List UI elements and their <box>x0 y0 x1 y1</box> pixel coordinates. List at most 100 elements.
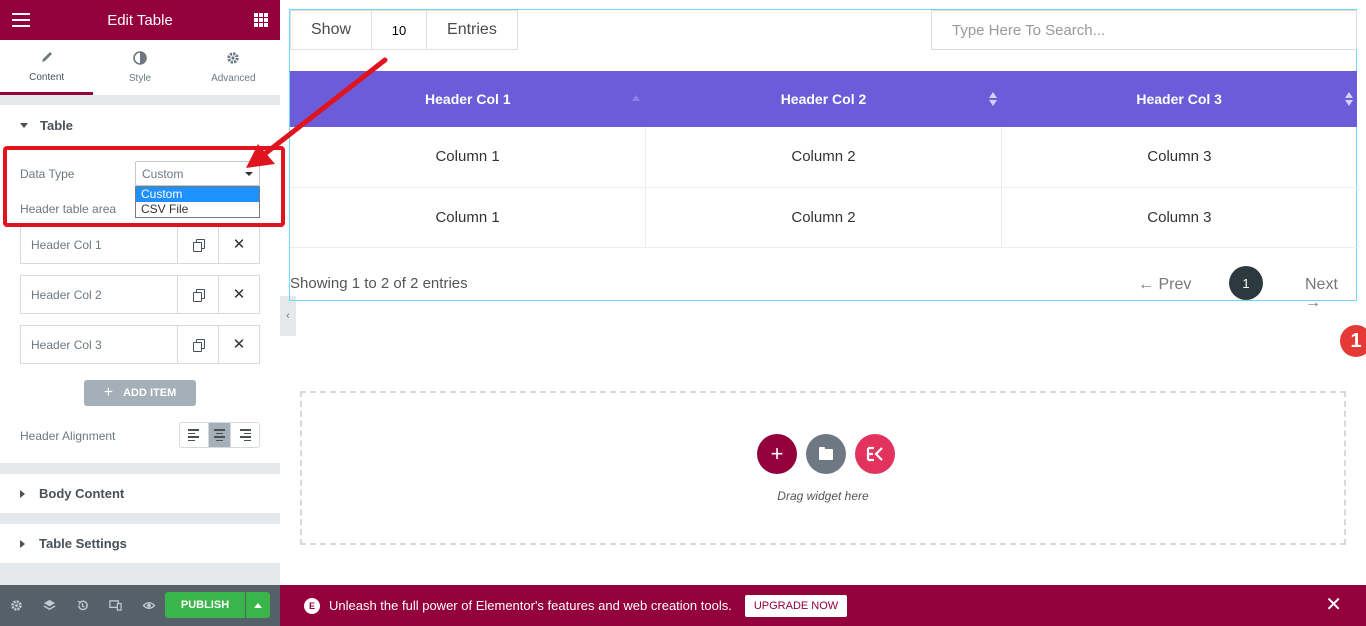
caret-right-icon <box>20 539 25 548</box>
tab-style-label: Style <box>128 73 152 84</box>
entries-count-select[interactable]: 10 <box>371 11 428 49</box>
tab-advanced[interactable]: Advanced <box>187 40 280 95</box>
section-table-toggle[interactable]: Table <box>0 105 280 145</box>
table-cell: Column 3 <box>1001 187 1357 248</box>
template-library-button[interactable] <box>806 434 846 474</box>
page-1-button[interactable]: 1 <box>1229 266 1263 300</box>
elementskit-button[interactable] <box>855 434 895 474</box>
table-cell: Column 2 <box>645 187 1002 248</box>
widgets-grid-icon[interactable] <box>254 13 268 27</box>
option-custom[interactable]: Custom <box>136 187 259 202</box>
tab-style[interactable]: Style <box>93 40 186 95</box>
contrast-icon <box>133 51 147 69</box>
align-left-icon[interactable] <box>180 423 210 447</box>
search-input[interactable]: Type Here To Search... <box>931 10 1357 50</box>
header-col-2: Header Col 2 <box>780 91 867 107</box>
table-widget[interactable]: Show 10 Entries Type Here To Search... H… <box>289 9 1357 311</box>
prev-page-link[interactable]: ← Prev <box>1138 276 1191 294</box>
table-row: Column 1 Column 2 Column 3 <box>290 187 1357 248</box>
alignment-toggle <box>179 422 260 448</box>
upgrade-now-button[interactable]: UPGRADE NOW <box>744 594 848 617</box>
elementskit-logo-icon <box>866 446 883 462</box>
repeater-item-title[interactable]: Header Col 2 <box>21 276 177 313</box>
duplicate-icon <box>192 288 205 302</box>
section-table: Table Data Type Custom Header table area… <box>0 105 280 463</box>
show-label: Show <box>311 21 352 38</box>
remove-button[interactable]: ✕ <box>218 276 259 313</box>
caret-down-icon <box>20 122 28 128</box>
folder-icon <box>819 446 833 460</box>
panel-header: Edit Table <box>0 0 280 40</box>
panel-collapse-handle[interactable]: ‹ <box>280 296 296 336</box>
table-cell: Column 3 <box>1001 127 1357 188</box>
header-col-1: Header Col 1 <box>425 91 511 107</box>
tab-content[interactable]: Content <box>0 40 94 95</box>
align-center-icon[interactable] <box>209 423 231 447</box>
table-header-cell[interactable]: Header Col 1 <box>290 71 646 127</box>
add-section-button[interactable]: + <box>757 434 797 474</box>
publish-button[interactable]: PUBLISH <box>165 592 245 618</box>
repeater-item: Header Col 3 ✕ <box>20 325 260 364</box>
caret-right-icon <box>20 489 25 498</box>
publish-options-button[interactable] <box>246 592 270 618</box>
data-type-label: Data Type <box>20 167 75 181</box>
layers-icon[interactable] <box>41 597 58 614</box>
duplicate-button[interactable] <box>177 226 218 263</box>
repeater-item-title[interactable]: Header Col 3 <box>21 326 177 363</box>
table-header-row: Header Col 1 Header Col 2 Header Col 3 <box>290 71 1357 127</box>
caret-up-icon <box>254 602 262 608</box>
table-header-cell[interactable]: Header Col 3 <box>1001 71 1357 127</box>
section-settings-title: Table Settings <box>39 536 127 551</box>
repeater-item: Header Col 2 ✕ <box>20 275 260 314</box>
plus-icon: + <box>770 441 784 466</box>
data-type-value: Custom <box>142 167 184 181</box>
duplicate-button[interactable] <box>177 326 218 363</box>
close-icon: ✕ <box>232 286 246 303</box>
elementor-logo-icon: E <box>304 597 320 614</box>
section-body-content[interactable]: Body Content <box>0 474 280 513</box>
table-row: Column 1 Column 2 Column 3 <box>290 127 1357 188</box>
search-placeholder: Type Here To Search... <box>952 21 1106 39</box>
data-type-select[interactable]: Custom <box>135 161 260 186</box>
close-icon[interactable]: ✕ <box>1325 595 1342 615</box>
duplicate-button[interactable] <box>177 276 218 313</box>
add-item-button[interactable]: + ADD ITEM <box>84 380 196 406</box>
showing-entries-text: Showing 1 to 2 of 2 entries <box>290 275 468 292</box>
remove-button[interactable]: ✕ <box>218 326 259 363</box>
notification-badge[interactable]: 1 <box>1340 325 1366 357</box>
header-col-3: Header Col 3 <box>1136 91 1222 107</box>
settings-gear-icon[interactable] <box>8 597 25 614</box>
section-table-title: Table <box>40 117 73 133</box>
close-icon: ✕ <box>232 236 246 253</box>
panel-footer: PUBLISH <box>0 585 280 626</box>
plus-icon: + <box>103 384 114 401</box>
duplicate-icon <box>192 338 205 352</box>
entries-selector: Show 10 Entries <box>290 10 518 50</box>
remove-button[interactable]: ✕ <box>218 226 259 263</box>
align-right-icon[interactable] <box>231 423 259 447</box>
header-area-label: Header table area <box>20 202 117 216</box>
section-body-title: Body Content <box>39 486 125 501</box>
panel-tabs: Content Style Advanced <box>0 40 280 95</box>
menu-icon[interactable] <box>12 13 30 27</box>
table-header-cell[interactable]: Header Col 2 <box>645 71 1002 127</box>
section-body-toggle[interactable]: Body Content <box>0 474 280 513</box>
chevron-down-icon <box>245 172 253 176</box>
next-page-link[interactable]: Next → <box>1305 276 1356 312</box>
preview-eye-icon[interactable] <box>140 597 157 614</box>
widget-drop-zone[interactable]: + Drag widget here <box>300 391 1346 545</box>
option-csv-file[interactable]: CSV File <box>136 202 259 217</box>
responsive-icon[interactable] <box>107 597 124 614</box>
sort-icon <box>1345 92 1353 106</box>
drag-widget-hint: Drag widget here <box>777 489 869 503</box>
section-table-settings[interactable]: Table Settings <box>0 524 280 563</box>
table-cell: Column 1 <box>290 127 647 188</box>
history-icon[interactable] <box>74 597 91 614</box>
promo-message: Unleash the full power of Elementor's fe… <box>329 598 732 613</box>
header-alignment-label: Header Alignment <box>20 429 116 443</box>
table-cell: Column 1 <box>290 187 647 248</box>
repeater-item-title[interactable]: Header Col 1 <box>21 226 177 263</box>
section-settings-toggle[interactable]: Table Settings <box>0 524 280 563</box>
tab-content-label: Content <box>29 71 65 83</box>
close-icon: ✕ <box>232 336 246 353</box>
